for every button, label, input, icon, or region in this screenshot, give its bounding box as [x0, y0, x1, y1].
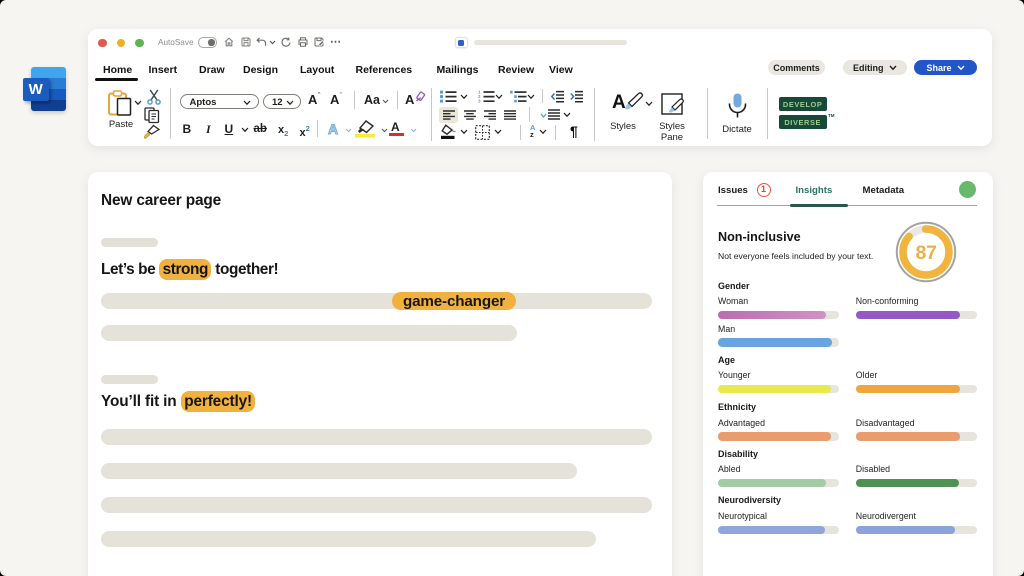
svg-text:3: 3	[478, 99, 481, 104]
svg-text:87: 87	[915, 242, 936, 264]
